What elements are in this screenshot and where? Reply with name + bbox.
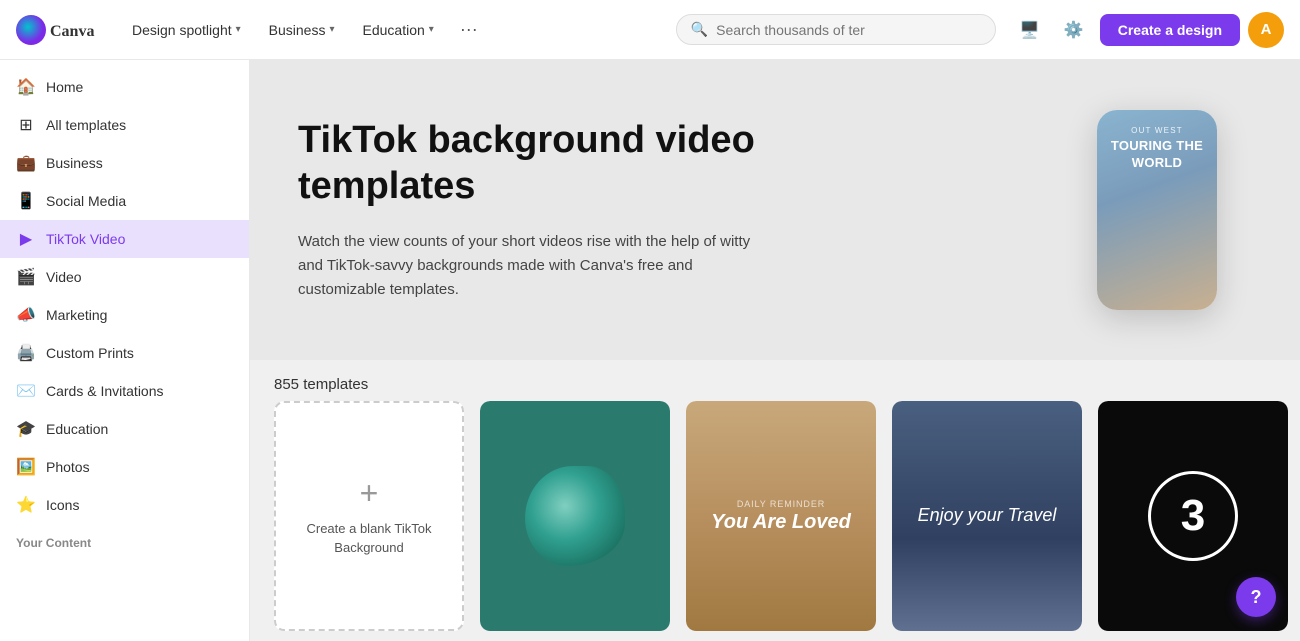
sidebar-item-education[interactable]: 🎓 Education [0,410,249,448]
sidebar-item-cards-invitations[interactable]: ✉️ Cards & Invitations [0,372,249,410]
sidebar-item-label: Social Media [46,193,126,209]
phone-text: OUT WEST TOURING THE WORLD [1105,126,1209,172]
blank-card-label: Create a blank TikTok Background [276,520,462,556]
sidebar-item-label: TikTok Video [46,231,125,247]
daily-reminder-card[interactable]: DAILY REMINDER You Are Loved [686,401,876,631]
travel-card-img: Enjoy your Travel [892,401,1082,631]
sidebar-item-label: Cards & Invitations [46,383,164,399]
monitor-icon-btn[interactable]: 🖥️ [1012,12,1048,48]
top-navigation: Canva Design spotlight ▾ Business ▾ Educ… [0,0,1300,60]
sidebar-item-custom-prints[interactable]: 🖨️ Custom Prints [0,334,249,372]
desert-card-img: DAILY REMINDER You Are Loved [686,401,876,631]
templates-count-bar: 855 templates [250,360,1300,401]
blank-card-inner: + Create a blank TikTok Background [274,401,464,631]
hero-description: Watch the view counts of your short vide… [298,230,758,302]
sidebar-item-label: Education [46,421,108,437]
cards-icon: ✉️ [16,381,36,401]
icons-icon: ⭐ [16,495,36,515]
teal-blob-shape [525,466,625,566]
chevron-down-icon: ▾ [236,24,241,35]
create-design-button[interactable]: Create a design [1100,14,1240,46]
sidebar-item-business[interactable]: 💼 Business [0,144,249,182]
sidebar-item-video[interactable]: 🎬 Video [0,258,249,296]
business-btn[interactable]: Business ▾ [259,16,345,44]
design-spotlight-btn[interactable]: Design spotlight ▾ [122,16,251,44]
teal-card-inner [480,401,670,631]
sidebar-item-label: All templates [46,117,126,133]
svg-text:Canva: Canva [50,23,94,40]
sidebar-item-icons[interactable]: ⭐ Icons [0,486,249,524]
dark-card-circle: 3 [1148,471,1238,561]
chevron-down-icon: ▾ [429,24,434,35]
travel-card-text: Enjoy your Travel [918,503,1057,528]
settings-icon-btn[interactable]: ⚙️ [1056,12,1092,48]
sidebar-item-label: Home [46,79,83,95]
home-icon: 🏠 [16,77,36,97]
social-icon: 📱 [16,191,36,211]
search-input[interactable] [716,22,981,38]
travel-template-card[interactable]: Enjoy your Travel [892,401,1082,631]
phone-mockup: OUT WEST TOURING THE WORLD [1097,110,1217,310]
nav-right-actions: 🖥️ ⚙️ Create a design A [1012,12,1284,48]
more-nav-btn[interactable]: ··· [452,13,486,46]
sidebar-item-social-media[interactable]: 📱 Social Media [0,182,249,220]
sidebar-item-tiktok-video[interactable]: ▶ TikTok Video [0,220,249,258]
app-layout: 🏠 Home ⊞ All templates 💼 Business 📱 Soci… [0,60,1300,641]
marketing-icon: 📣 [16,305,36,325]
hero-title: TikTok background video templates [298,118,758,209]
sidebar-item-photos[interactable]: 🖼️ Photos [0,448,249,486]
sidebar-item-all-templates[interactable]: ⊞ All templates [0,106,249,144]
desert-main-text: You Are Loved [711,510,851,534]
sidebar-item-label: Video [46,269,82,285]
chevron-down-icon: ▾ [329,24,334,35]
print-icon: 🖨️ [16,343,36,363]
help-bubble-button[interactable]: ? [1236,577,1276,617]
business-icon: 💼 [16,153,36,173]
education-icon: 🎓 [16,419,36,439]
photos-icon: 🖼️ [16,457,36,477]
plus-icon: + [360,475,379,512]
sidebar-item-marketing[interactable]: 📣 Marketing [0,296,249,334]
main-content: TikTok background video templates Watch … [250,60,1300,641]
templates-grid: + Create a blank TikTok Background DA [250,401,1300,641]
blank-template-card[interactable]: + Create a blank TikTok Background [274,401,464,631]
teal-template-card[interactable] [480,401,670,631]
user-avatar[interactable]: A [1248,12,1284,48]
your-content-label: Your Content [0,524,249,554]
sidebar-item-label: Icons [46,497,79,513]
desert-card-text: DAILY REMINDER You Are Loved [701,488,861,544]
education-btn[interactable]: Education ▾ [353,16,444,44]
sidebar-item-label: Custom Prints [46,345,134,361]
hero-image: OUT WEST TOURING THE WORLD [1062,110,1252,310]
grid-icon: ⊞ [16,115,36,135]
video-icon: 🎬 [16,267,36,287]
phone-screen: OUT WEST TOURING THE WORLD [1097,110,1217,310]
search-bar: 🔍 [676,14,996,45]
hero-text: TikTok background video templates Watch … [298,118,758,301]
templates-count: 855 templates [274,376,368,393]
sidebar: 🏠 Home ⊞ All templates 💼 Business 📱 Soci… [0,60,250,641]
tiktok-icon: ▶ [16,229,36,249]
hero-section: TikTok background video templates Watch … [250,60,1300,360]
sidebar-item-label: Business [46,155,103,171]
sidebar-item-label: Marketing [46,307,107,323]
teal-card-img [480,401,670,631]
sidebar-item-label: Photos [46,459,90,475]
search-icon: 🔍 [691,21,708,38]
canva-logo[interactable]: Canva [16,15,106,45]
sidebar-item-home[interactable]: 🏠 Home [0,68,249,106]
